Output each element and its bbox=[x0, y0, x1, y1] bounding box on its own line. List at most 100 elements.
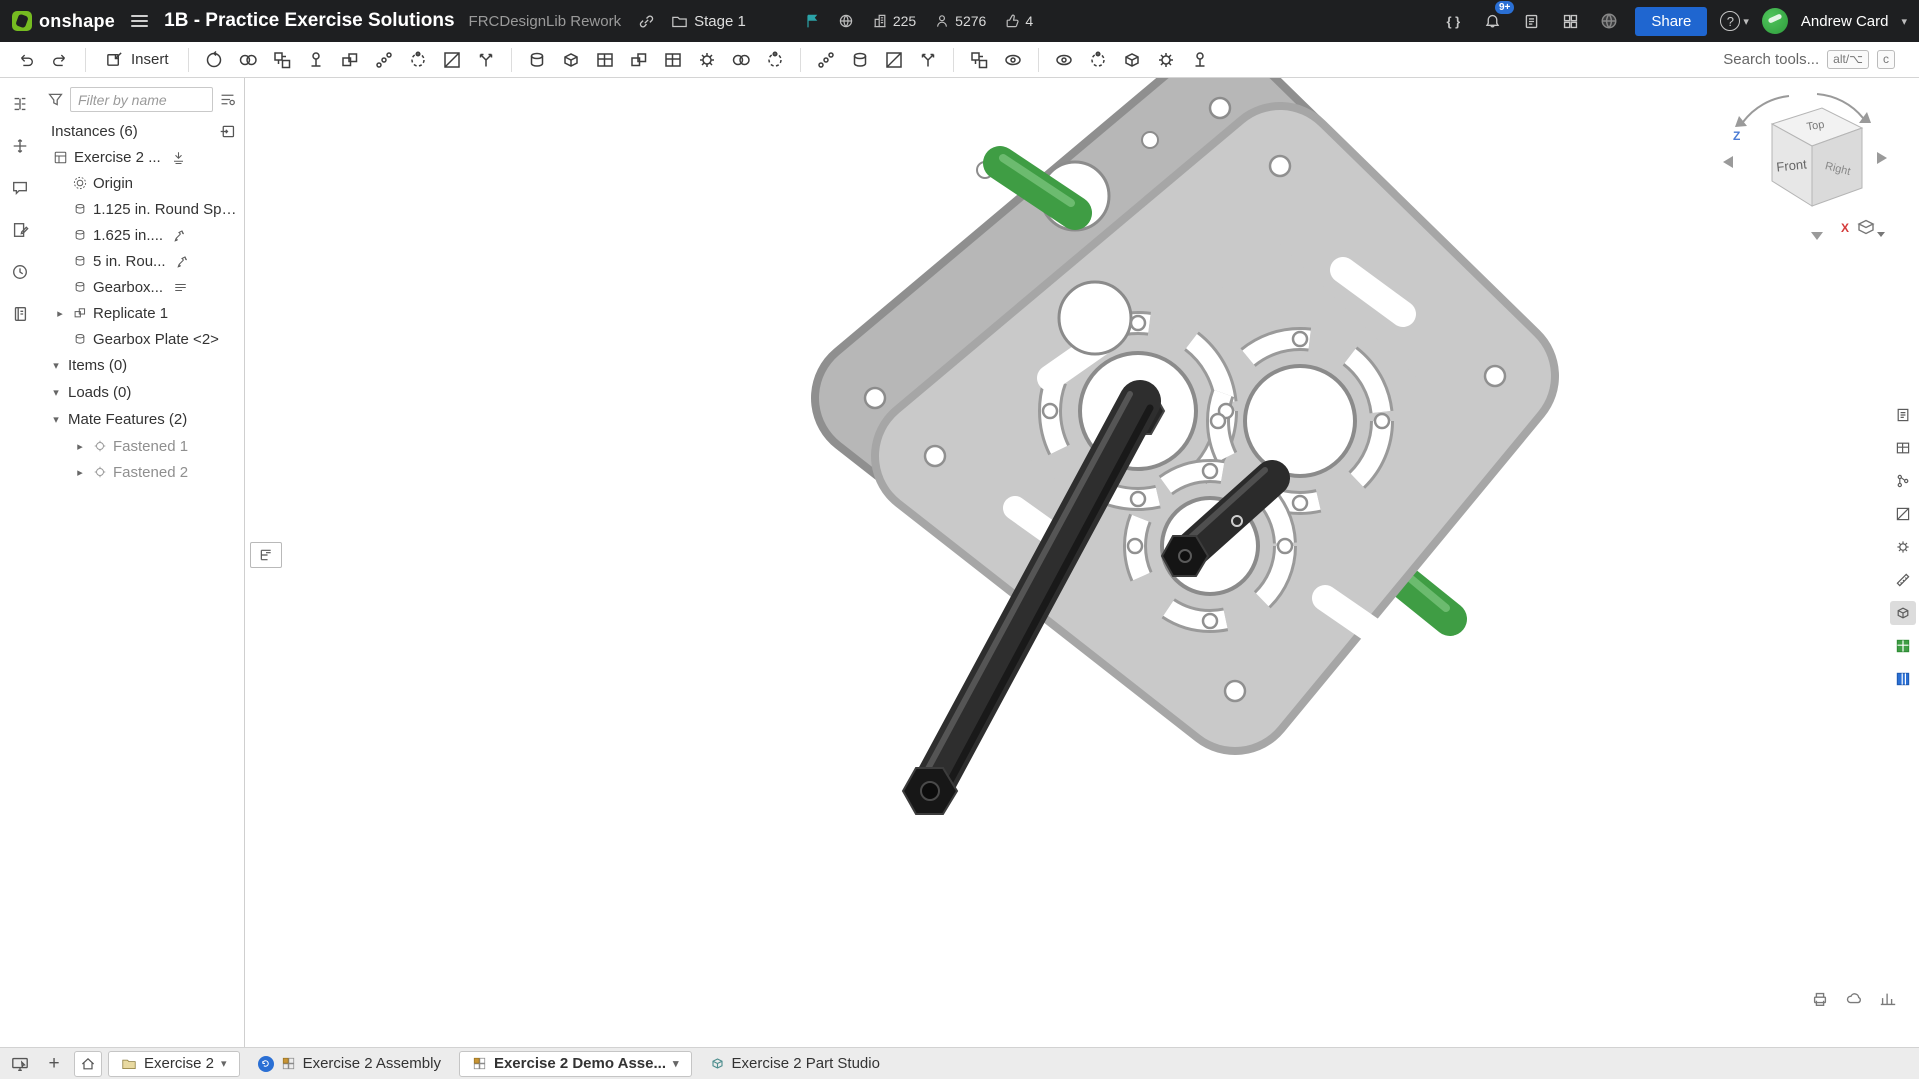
main-menu-icon[interactable] bbox=[127, 11, 152, 31]
featurescript-icon[interactable]: { } bbox=[1440, 8, 1466, 34]
tree-item-gearbox-plate-2[interactable]: Gearbox Plate <2> bbox=[39, 326, 244, 352]
cloud-status-icon[interactable] bbox=[1843, 989, 1865, 1009]
public-globe-icon[interactable] bbox=[838, 13, 854, 29]
insert-button[interactable]: Insert bbox=[95, 46, 179, 73]
copy-link-icon[interactable] bbox=[633, 8, 659, 34]
community-icon[interactable] bbox=[1596, 8, 1622, 34]
insert-into-folder-icon[interactable] bbox=[219, 123, 236, 140]
animate-icon[interactable] bbox=[1150, 45, 1182, 75]
user-name[interactable]: Andrew Card bbox=[1801, 13, 1889, 30]
group-icon[interactable] bbox=[266, 45, 298, 75]
appearance-icon[interactable] bbox=[691, 45, 723, 75]
hide-show-icon[interactable] bbox=[1082, 45, 1114, 75]
bom-panel-icon[interactable] bbox=[1890, 436, 1916, 460]
notifications-icon[interactable]: 9+ bbox=[1479, 8, 1505, 34]
copies-stat[interactable]: 225 bbox=[872, 13, 916, 29]
undo-icon[interactable] bbox=[10, 45, 42, 75]
history-panel-icon[interactable] bbox=[6, 258, 34, 286]
replicate-icon[interactable] bbox=[334, 45, 366, 75]
expand-caret-icon[interactable]: ▸ bbox=[53, 307, 67, 320]
onshape-logo[interactable]: onshape bbox=[12, 11, 115, 32]
render-panel-icon[interactable] bbox=[1890, 601, 1916, 625]
printer-icon[interactable] bbox=[1809, 989, 1831, 1009]
tree-flyout-button[interactable] bbox=[250, 542, 282, 568]
tree-item-round-spacer[interactable]: 1.125 in. Round Space... bbox=[39, 196, 244, 222]
measure-icon[interactable] bbox=[810, 45, 842, 75]
exploded-view-icon[interactable] bbox=[912, 45, 944, 75]
mate-icon[interactable] bbox=[232, 45, 264, 75]
circular-pattern-icon[interactable] bbox=[402, 45, 434, 75]
tree-panel-icon[interactable] bbox=[6, 90, 34, 118]
edit-notes-panel-icon[interactable] bbox=[6, 216, 34, 244]
mirror-icon[interactable] bbox=[436, 45, 468, 75]
tab-folder-exercise-2[interactable]: Exercise 2 ▾ bbox=[108, 1051, 240, 1077]
mate-connector-icon[interactable] bbox=[300, 45, 332, 75]
section-view-icon[interactable] bbox=[878, 45, 910, 75]
tree-item-replicate-1[interactable]: ▸ Replicate 1 bbox=[39, 300, 244, 326]
app-store-icon[interactable] bbox=[1557, 8, 1583, 34]
clearance-icon[interactable] bbox=[759, 45, 791, 75]
tree-item-gearbox[interactable]: Gearbox... bbox=[39, 274, 244, 300]
bom-icon[interactable] bbox=[657, 45, 689, 75]
measure-panel-icon[interactable] bbox=[1890, 568, 1916, 592]
named-positions-icon[interactable] bbox=[963, 45, 995, 75]
tab-exercise-2-demo-assembly[interactable]: Exercise 2 Demo Asse... ▾ bbox=[459, 1051, 692, 1077]
display-states-icon[interactable] bbox=[997, 45, 1029, 75]
comments-panel-icon[interactable] bbox=[6, 174, 34, 202]
learning-center-icon[interactable] bbox=[1518, 8, 1544, 34]
public-flag-icon[interactable] bbox=[804, 13, 820, 29]
appearance-panel-icon[interactable] bbox=[1890, 535, 1916, 559]
tree-item-exercise-2[interactable]: Exercise 2 ... bbox=[39, 144, 244, 170]
columns-panel-icon[interactable] bbox=[1890, 667, 1916, 691]
share-button[interactable]: Share bbox=[1635, 7, 1707, 36]
new-tab-button[interactable]: + bbox=[40, 1051, 68, 1077]
tree-item-fastened-2[interactable]: ▸ Fastened 2 bbox=[39, 459, 244, 485]
derived-icon[interactable] bbox=[623, 45, 655, 75]
help-menu[interactable]: ? ▾ bbox=[1720, 11, 1749, 31]
filter-icon[interactable] bbox=[47, 91, 64, 108]
tree-item-1625-spacer[interactable]: 1.625 in.... bbox=[39, 222, 244, 248]
tab-exercise-2-part-studio[interactable]: Exercise 2 Part Studio bbox=[698, 1051, 892, 1077]
user-avatar[interactable] bbox=[1762, 8, 1788, 34]
standard-content-icon[interactable] bbox=[521, 45, 553, 75]
isolate-icon[interactable] bbox=[1048, 45, 1080, 75]
notebook-panel-icon[interactable] bbox=[6, 300, 34, 328]
expand-caret-icon[interactable]: ▸ bbox=[73, 440, 87, 453]
tab-exercise-2-assembly[interactable]: Exercise 2 Assembly bbox=[246, 1051, 453, 1077]
edit-in-context-icon[interactable] bbox=[198, 45, 230, 75]
tree-item-5in-spacer[interactable]: 5 in. Rou... bbox=[39, 248, 244, 274]
user-menu-caret-icon[interactable]: ▾ bbox=[1901, 15, 1907, 28]
versions-panel-icon[interactable] bbox=[1890, 469, 1916, 493]
section-panel-icon[interactable] bbox=[1890, 502, 1916, 526]
document-title[interactable]: 1B - Practice Exercise Solutions bbox=[164, 10, 454, 32]
insert-frame-icon[interactable] bbox=[555, 45, 587, 75]
search-tools[interactable]: Search tools... alt/⌥ c bbox=[1723, 50, 1895, 69]
followers-stat[interactable]: 5276 bbox=[934, 13, 986, 29]
list-options-icon[interactable] bbox=[219, 91, 236, 108]
insert-panel-icon[interactable] bbox=[6, 132, 34, 160]
sheet-metal-icon[interactable] bbox=[589, 45, 621, 75]
filter-input[interactable] bbox=[70, 87, 213, 112]
view-cube[interactable]: Top Front Right Z X bbox=[1717, 86, 1893, 254]
expand-caret-icon[interactable]: ▸ bbox=[73, 466, 87, 479]
named-views-icon[interactable] bbox=[1116, 45, 1148, 75]
configurations-icon[interactable] bbox=[1184, 45, 1216, 75]
3d-viewport[interactable]: Top Front Right Z X bbox=[245, 78, 1919, 1047]
instances-header[interactable]: Instances (6) bbox=[39, 119, 244, 144]
home-tab-button[interactable] bbox=[74, 1051, 102, 1077]
version-selector[interactable]: Stage 1 bbox=[671, 13, 746, 30]
section-items[interactable]: ▾ Items (0) bbox=[39, 352, 244, 379]
redo-icon[interactable] bbox=[44, 45, 76, 75]
mass-properties-icon[interactable] bbox=[844, 45, 876, 75]
presentation-mode-icon[interactable] bbox=[6, 1051, 34, 1077]
spreadsheet-panel-icon[interactable] bbox=[1890, 634, 1916, 658]
section-loads[interactable]: ▾ Loads (0) bbox=[39, 379, 244, 406]
tree-item-fastened-1[interactable]: ▸ Fastened 1 bbox=[39, 433, 244, 459]
properties-panel-icon[interactable] bbox=[1890, 403, 1916, 427]
linear-pattern-icon[interactable] bbox=[368, 45, 400, 75]
section-mate-features[interactable]: ▾ Mate Features (2) bbox=[39, 406, 244, 433]
tree-item-origin[interactable]: Origin bbox=[39, 170, 244, 196]
interference-icon[interactable] bbox=[725, 45, 757, 75]
explode-icon[interactable] bbox=[470, 45, 502, 75]
likes-stat[interactable]: 4 bbox=[1004, 13, 1033, 29]
